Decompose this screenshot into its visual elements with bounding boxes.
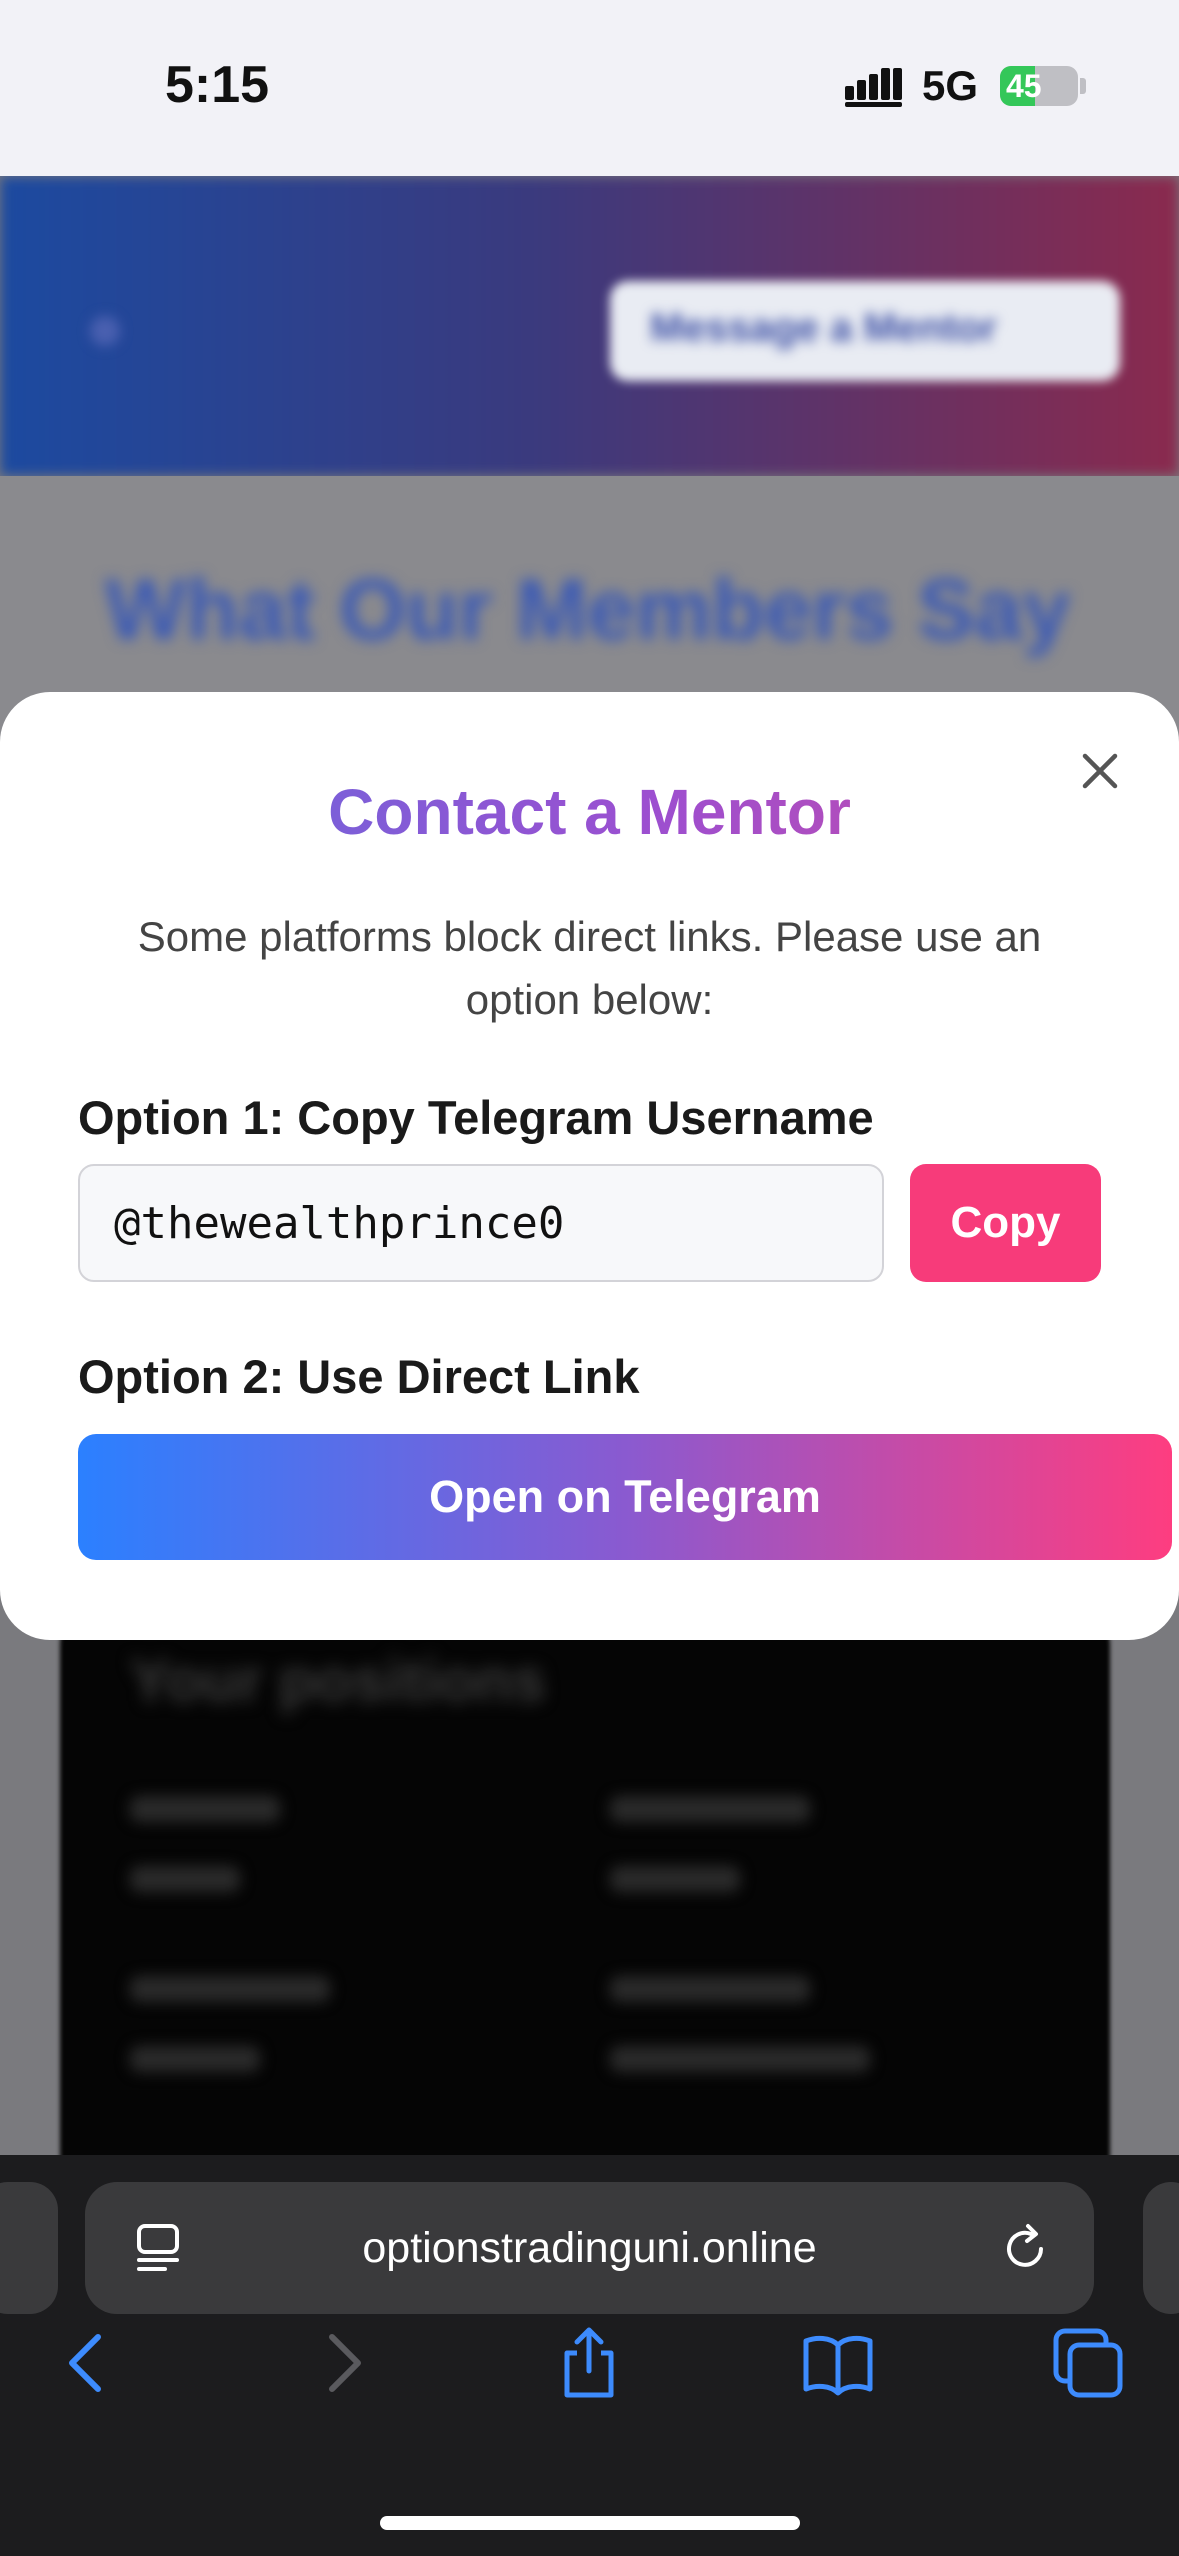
bg-text-blob <box>130 1866 240 1892</box>
reload-icon[interactable] <box>998 2222 1052 2276</box>
status-bar: 5:15 5G 45 <box>0 0 1179 176</box>
option2-label: Option 2: Use Direct Link <box>78 1350 640 1403</box>
telegram-username-field[interactable] <box>78 1164 884 1282</box>
bg-text-blob <box>610 2046 870 2072</box>
status-time: 5:15 <box>165 56 270 114</box>
back-icon[interactable] <box>50 2325 126 2401</box>
bg-text-blob <box>130 2046 260 2072</box>
home-indicator <box>380 2516 800 2530</box>
copy-button[interactable]: Copy <box>910 1164 1101 1282</box>
bg-card-title: Your positions <box>130 1647 546 1714</box>
previous-tab-preview[interactable] <box>0 2182 58 2314</box>
bg-text-blob <box>610 1796 810 1822</box>
battery-icon: 45 <box>1000 66 1078 106</box>
modal-title: Contact a Mentor <box>0 775 1179 849</box>
share-icon[interactable] <box>551 2325 627 2401</box>
address-bar[interactable]: optionstradinguni.online <box>85 2182 1094 2314</box>
open-telegram-button[interactable]: Open on Telegram <box>78 1434 1172 1560</box>
option1-label: Option 1: Copy Telegram Username <box>78 1091 874 1144</box>
bg-header-button-label: Message a Mentor <box>650 306 997 350</box>
bg-text-blob <box>130 1796 280 1822</box>
bg-logo <box>90 316 120 346</box>
bg-text-blob <box>610 1866 740 1892</box>
battery-cap <box>1080 78 1086 94</box>
bg-section-heading: What Our Members Say <box>105 562 1071 658</box>
modal-description: Some platforms block direct links. Pleas… <box>137 913 1042 1023</box>
tabs-icon[interactable] <box>1050 2325 1126 2401</box>
forward-icon[interactable] <box>304 2325 380 2401</box>
url-text: optionstradinguni.online <box>362 2224 817 2272</box>
bookmarks-icon[interactable] <box>800 2325 876 2401</box>
cellular-signal-icon <box>845 68 902 107</box>
bg-text-blob <box>130 1976 330 2002</box>
next-tab-preview[interactable] <box>1143 2182 1179 2314</box>
network-type: 5G <box>922 62 979 109</box>
battery-percent: 45 <box>1006 68 1042 104</box>
bg-text-blob <box>610 1976 810 2002</box>
